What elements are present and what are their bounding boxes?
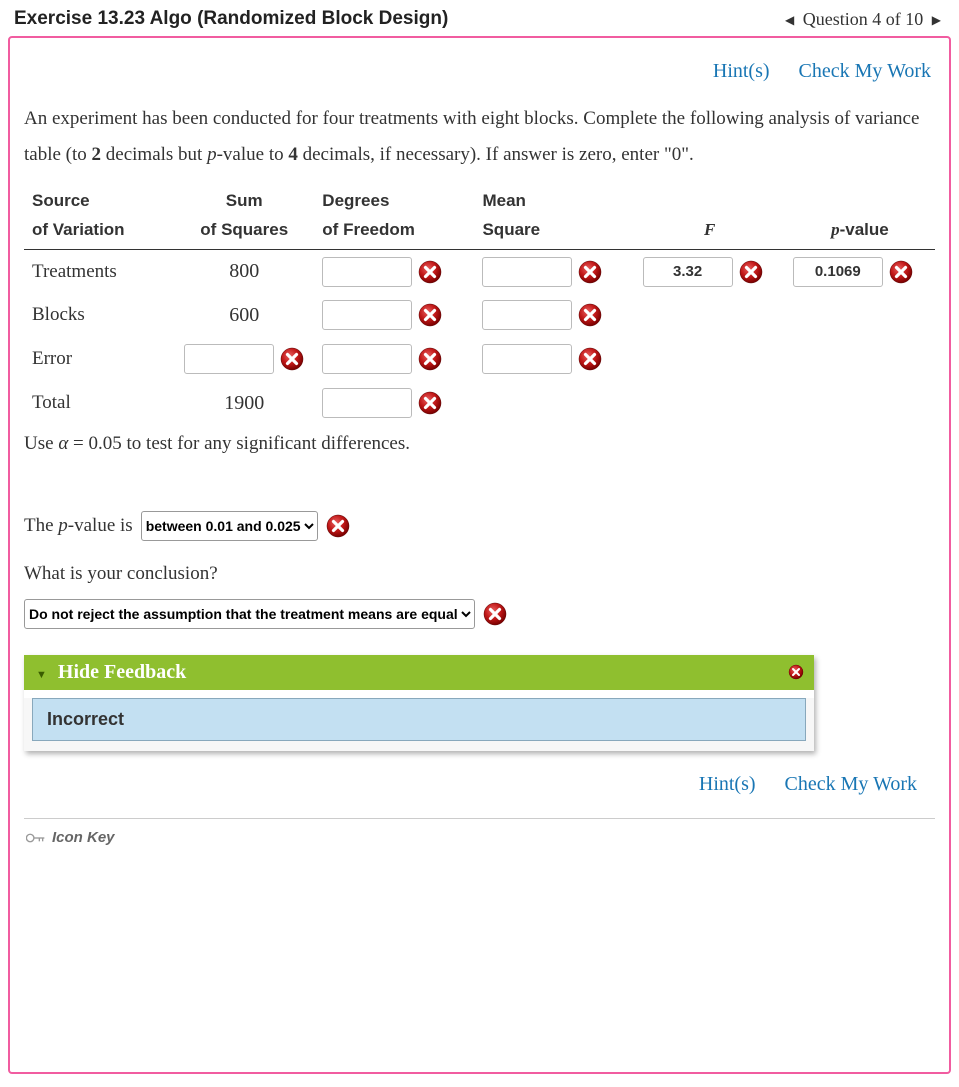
- ss-total: 1900: [224, 392, 264, 414]
- incorrect-icon: [578, 303, 602, 327]
- row-error: Error: [24, 337, 935, 381]
- next-question-arrow[interactable]: ▶: [928, 13, 945, 27]
- instructions-text: An experiment has been conducted for fou…: [24, 101, 935, 173]
- hints-link[interactable]: Hint(s): [713, 60, 770, 82]
- ss-error-input[interactable]: [184, 344, 274, 374]
- check-my-work-link[interactable]: Check My Work: [799, 60, 931, 82]
- col-source: Sourceof Variation: [24, 183, 174, 249]
- df-treatments-input[interactable]: [322, 257, 412, 287]
- f-treatments-input[interactable]: [643, 257, 733, 287]
- col-ss: Sumof Squares: [174, 183, 314, 249]
- col-p: p-value: [785, 183, 935, 249]
- feedback-message: Incorrect: [32, 698, 806, 741]
- col-ms: MeanSquare: [474, 183, 634, 249]
- df-error-input[interactable]: [322, 344, 412, 374]
- col-f: F: [635, 183, 785, 249]
- feedback-panel: ▼ Hide Feedback Incorrect: [24, 655, 814, 751]
- incorrect-icon: [418, 347, 442, 371]
- ms-error-input[interactable]: [482, 344, 572, 374]
- incorrect-icon: [739, 260, 763, 284]
- conclusion-question: What is your conclusion?: [24, 555, 935, 593]
- label-blocks: Blocks: [24, 293, 174, 337]
- question-frame: Hint(s) Check My Work An experiment has …: [8, 36, 951, 1074]
- col-df: Degreesof Freedom: [314, 183, 474, 249]
- df-total-input[interactable]: [322, 388, 412, 418]
- conclusion-select[interactable]: Do not reject the assumption that the tr…: [24, 599, 475, 629]
- check-my-work-link-bottom[interactable]: Check My Work: [785, 773, 917, 795]
- alpha-line: Use α = 0.05 to test for any significant…: [24, 425, 935, 463]
- hints-link-bottom[interactable]: Hint(s): [699, 773, 756, 795]
- exercise-title: Exercise 13.23 Algo (Randomized Block De…: [14, 8, 448, 30]
- pvalue-select[interactable]: between 0.01 and 0.025: [141, 511, 318, 541]
- question-counter: Question 4 of 10: [803, 9, 924, 29]
- close-feedback-icon[interactable]: [788, 663, 804, 679]
- toolbar-top: Hint(s) Check My Work: [10, 38, 949, 91]
- ms-treatments-input[interactable]: [482, 257, 572, 287]
- incorrect-icon: [418, 303, 442, 327]
- ss-treatments: 800: [229, 260, 259, 282]
- question-nav: ◀ Question 4 of 10 ▶: [781, 9, 945, 30]
- incorrect-icon: [326, 514, 350, 538]
- feedback-toggle[interactable]: ▼ Hide Feedback: [24, 655, 814, 690]
- p-treatments-input[interactable]: [793, 257, 883, 287]
- anova-table: Sourceof Variation Sumof Squares Degrees…: [24, 183, 935, 425]
- incorrect-icon: [578, 260, 602, 284]
- pvalue-lead: The p-value is: [24, 507, 133, 545]
- row-blocks: Blocks 600: [24, 293, 935, 337]
- prev-question-arrow[interactable]: ◀: [781, 13, 798, 27]
- incorrect-icon: [578, 347, 602, 371]
- icon-key-toggle[interactable]: Icon Key: [24, 818, 935, 856]
- ms-blocks-input[interactable]: [482, 300, 572, 330]
- label-treatments: Treatments: [24, 249, 174, 293]
- ss-blocks: 600: [229, 304, 259, 326]
- label-total: Total: [24, 381, 174, 425]
- label-error: Error: [24, 337, 174, 381]
- row-total: Total 1900: [24, 381, 935, 425]
- row-treatments: Treatments 800: [24, 249, 935, 293]
- df-blocks-input[interactable]: [322, 300, 412, 330]
- incorrect-icon: [418, 391, 442, 415]
- incorrect-icon: [889, 260, 913, 284]
- incorrect-icon: [483, 602, 507, 626]
- incorrect-icon: [280, 347, 304, 371]
- incorrect-icon: [418, 260, 442, 284]
- toolbar-bottom: Hint(s) Check My Work: [24, 751, 935, 804]
- key-icon: [26, 831, 46, 845]
- collapse-triangle-icon: ▼: [36, 669, 47, 681]
